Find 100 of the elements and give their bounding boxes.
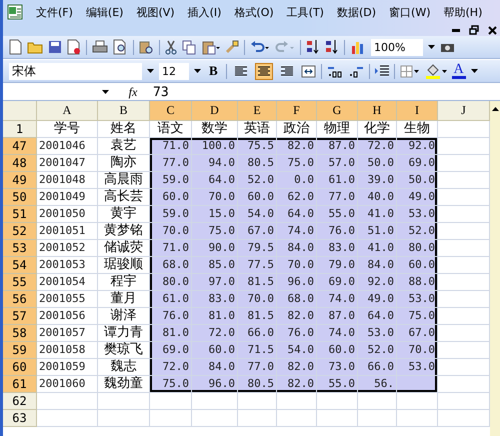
- row-header[interactable]: 48: [3, 155, 37, 172]
- spreadsheet-icon[interactable]: [7, 4, 23, 20]
- table-cell[interactable]: 2001054: [37, 274, 98, 291]
- restore-icon[interactable]: [469, 25, 479, 35]
- indent-icon[interactable]: [374, 64, 389, 78]
- scroll-up-icon[interactable]: [492, 107, 498, 111]
- table-cell[interactable]: 94.0: [192, 155, 238, 172]
- column-header[interactable]: G: [317, 101, 358, 121]
- table-cell[interactable]: 2001055: [37, 291, 98, 308]
- table-cell[interactable]: 60.0: [397, 257, 438, 274]
- table-cell[interactable]: 75.5: [238, 138, 277, 155]
- dropdown-arrow-icon[interactable]: [470, 69, 478, 73]
- menu-item[interactable]: 视图(V): [136, 4, 175, 20]
- table-cell[interactable]: [277, 393, 317, 410]
- table-cell[interactable]: 2001048: [37, 172, 98, 189]
- row-header[interactable]: 52: [3, 223, 37, 240]
- table-cell[interactable]: [397, 410, 438, 427]
- save-icon[interactable]: [48, 40, 62, 54]
- table-cell[interactable]: 70.0: [397, 342, 438, 359]
- table-cell[interactable]: 2001057: [37, 325, 98, 342]
- table-cell[interactable]: 2001052: [37, 240, 98, 257]
- table-cell[interactable]: 76.0: [150, 308, 192, 325]
- chart-icon[interactable]: [350, 40, 366, 54]
- scissors-icon[interactable]: [165, 40, 177, 54]
- borders-icon[interactable]: [400, 64, 420, 78]
- table-cell[interactable]: 66.0: [238, 325, 277, 342]
- table-cell[interactable]: 52.0: [358, 342, 397, 359]
- sort-descending-icon[interactable]: [325, 39, 339, 55]
- table-cell[interactable]: 84.0: [277, 240, 317, 257]
- table-cell[interactable]: 75.0: [192, 223, 238, 240]
- table-cell[interactable]: 87.0: [317, 308, 358, 325]
- table-cell[interactable]: 92.0: [397, 138, 438, 155]
- table-cell[interactable]: [37, 393, 98, 410]
- folder-icon[interactable]: [27, 40, 43, 54]
- menu-item[interactable]: 编辑(E): [86, 4, 124, 20]
- table-cell[interactable]: 74.0: [317, 291, 358, 308]
- clipboard-icon[interactable]: [202, 40, 220, 54]
- row-header[interactable]: 47: [3, 138, 37, 155]
- menu-item[interactable]: 窗口(W): [389, 4, 430, 20]
- table-cell[interactable]: 84.0: [192, 359, 238, 376]
- menu-item[interactable]: 帮助(H): [444, 4, 482, 20]
- table-cell[interactable]: 73.0: [317, 359, 358, 376]
- table-cell[interactable]: 80.5: [238, 155, 277, 172]
- print-preview-icon[interactable]: [113, 39, 128, 55]
- table-cell[interactable]: 100.0: [192, 138, 238, 155]
- table-cell[interactable]: 2001050: [37, 206, 98, 223]
- table-cell[interactable]: 71.0: [150, 240, 192, 257]
- table-cell[interactable]: [238, 410, 277, 427]
- table-cell[interactable]: 66.0: [358, 359, 397, 376]
- table-cell[interactable]: 83.0: [192, 291, 238, 308]
- table-cell[interactable]: 55.0: [317, 376, 358, 393]
- row-header[interactable]: 57: [3, 308, 37, 325]
- table-cell[interactable]: 0.0: [277, 172, 317, 189]
- redo-icon[interactable]: [275, 40, 295, 54]
- table-cell[interactable]: 82.0: [277, 138, 317, 155]
- table-cell[interactable]: 2001058: [37, 342, 98, 359]
- table-cell[interactable]: 84.0: [358, 257, 397, 274]
- table-cell[interactable]: 74.0: [317, 325, 358, 342]
- row-header[interactable]: 51: [3, 206, 37, 223]
- table-cell[interactable]: 70.0: [238, 291, 277, 308]
- table-cell[interactable]: 75.0: [397, 308, 438, 325]
- table-cell[interactable]: 81.5: [238, 308, 277, 325]
- table-cell[interactable]: 姓名: [98, 121, 150, 138]
- table-cell[interactable]: 80.5: [238, 376, 277, 393]
- table-cell[interactable]: 82.0: [277, 376, 317, 393]
- table-cell[interactable]: 2001049: [37, 189, 98, 206]
- table-cell[interactable]: 51.0: [358, 223, 397, 240]
- column-header[interactable]: H: [358, 101, 397, 121]
- table-cell[interactable]: [358, 393, 397, 410]
- row-header[interactable]: 54: [3, 257, 37, 274]
- document-icon[interactable]: [67, 39, 81, 55]
- table-cell[interactable]: 54.0: [238, 206, 277, 223]
- table-cell[interactable]: 80.0: [397, 240, 438, 257]
- new-file-icon[interactable]: [9, 39, 22, 55]
- table-cell[interactable]: [150, 393, 192, 410]
- column-header[interactable]: A: [37, 101, 98, 121]
- fill-color-icon[interactable]: [424, 64, 447, 78]
- column-header[interactable]: E: [238, 101, 277, 121]
- table-cell[interactable]: 88.0: [397, 274, 438, 291]
- table-cell[interactable]: 75.0: [150, 376, 192, 393]
- table-cell[interactable]: 80.0: [150, 274, 192, 291]
- table-cell[interactable]: 76.0: [317, 223, 358, 240]
- undo-icon[interactable]: [250, 40, 270, 54]
- table-cell[interactable]: 59.0: [150, 206, 192, 223]
- table-cell[interactable]: 40.0: [358, 189, 397, 206]
- table-cell[interactable]: 学号: [37, 121, 98, 138]
- row-header[interactable]: 60: [3, 359, 37, 376]
- table-cell[interactable]: 77.0: [238, 359, 277, 376]
- table-cell[interactable]: [397, 376, 438, 393]
- table-cell[interactable]: 81.0: [192, 308, 238, 325]
- dropdown-arrow-icon[interactable]: [194, 69, 201, 73]
- bold-button[interactable]: B: [206, 63, 221, 79]
- copy-icon[interactable]: [182, 40, 197, 54]
- table-cell[interactable]: 83.0: [317, 240, 358, 257]
- table-cell[interactable]: 72.0: [150, 359, 192, 376]
- table-cell[interactable]: 2001053: [37, 257, 98, 274]
- table-cell[interactable]: 53.0: [397, 206, 438, 223]
- table-cell[interactable]: 52.0: [397, 223, 438, 240]
- table-cell[interactable]: 52.0: [238, 172, 277, 189]
- table-cell[interactable]: 64.0: [192, 172, 238, 189]
